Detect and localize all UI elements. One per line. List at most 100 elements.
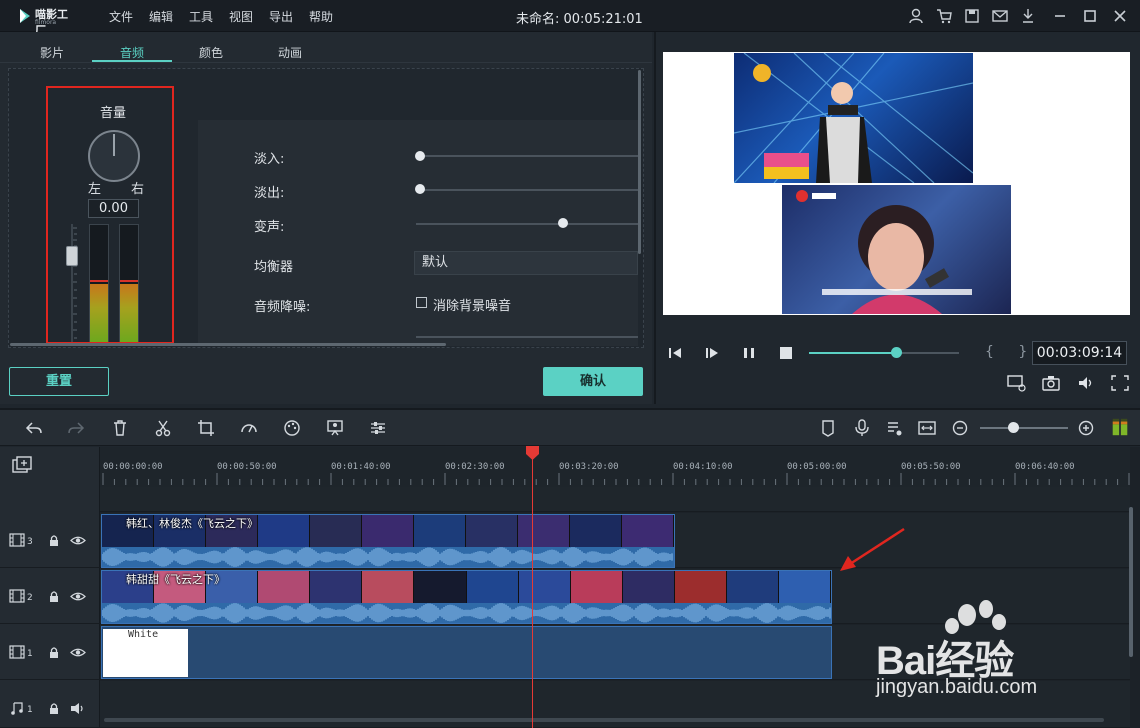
menu-tools[interactable]: 工具 — [189, 8, 213, 25]
clip-track-3[interactable]: 韩红、林俊杰《飞云之下》 — [101, 514, 675, 568]
marker-icon[interactable] — [818, 418, 838, 438]
zoom-out-icon[interactable] — [950, 418, 970, 438]
ruler-tick-label: 00:01:40:00 — [331, 462, 391, 472]
fade-in-slider-knob[interactable] — [415, 151, 425, 161]
annotation-arrow-icon — [840, 527, 905, 571]
preview-clip-bottom — [782, 185, 1011, 314]
zoom-slider-track[interactable] — [980, 427, 1068, 429]
color-icon[interactable] — [282, 418, 302, 438]
ruler-tick-label: 00:04:10:00 — [673, 462, 733, 472]
zoom-in-icon[interactable] — [1076, 418, 1096, 438]
ruler-tick-label: 00:05:00:00 — [787, 462, 847, 472]
denoise-label: 音频降噪: — [254, 300, 311, 315]
timeline-vertical-scrollbar[interactable] — [1129, 507, 1133, 657]
tab-animation[interactable]: 动画 — [278, 44, 302, 61]
lock-icon[interactable] — [48, 646, 60, 659]
playhead-line — [532, 456, 533, 728]
add-track-icon[interactable] — [11, 456, 33, 476]
pitch-slider-track[interactable] — [416, 223, 638, 225]
pause-icon[interactable] — [740, 344, 758, 362]
user-icon[interactable] — [906, 6, 926, 26]
menu-edit[interactable]: 编辑 — [149, 8, 173, 25]
mail-icon[interactable] — [990, 6, 1010, 26]
lock-icon[interactable] — [48, 702, 60, 715]
vertical-scrollbar[interactable] — [638, 70, 641, 254]
adjust-icon[interactable] — [368, 418, 388, 438]
minimize-icon[interactable] — [1050, 6, 1070, 26]
cart-icon[interactable] — [934, 6, 954, 26]
tab-color[interactable]: 颜色 — [199, 44, 223, 61]
menu-export[interactable]: 导出 — [269, 8, 293, 25]
redo-icon[interactable] — [66, 418, 86, 438]
clip-audio-waveform — [102, 547, 674, 567]
playback-progress-knob[interactable] — [891, 347, 902, 358]
playhead-handle[interactable] — [526, 446, 539, 460]
fade-in-slider-track[interactable] — [416, 155, 638, 157]
track-number: 3 — [27, 537, 33, 547]
crop-icon[interactable] — [196, 418, 216, 438]
reset-button[interactable]: 重置 — [9, 367, 109, 396]
preview-timecode: 00:03:09:14 — [1032, 341, 1127, 365]
ruler-tick-label: 00:00:00:00 — [103, 462, 163, 472]
clip-track-2[interactable]: 韩甜甜《飞云之下》 — [101, 570, 832, 624]
eye-icon[interactable] — [70, 535, 86, 546]
microphone-icon[interactable] — [852, 418, 872, 438]
eye-icon[interactable] — [70, 647, 86, 658]
clip-audio-waveform — [102, 603, 831, 623]
zoom-slider-knob[interactable] — [1008, 422, 1019, 433]
ruler-tick-label: 00:00:50:00 — [217, 462, 277, 472]
menu-view[interactable]: 视图 — [229, 8, 253, 25]
audio-track-header-1: 1 — [0, 681, 100, 728]
ok-button[interactable]: 确认 — [543, 367, 643, 396]
fullscreen-icon[interactable] — [1110, 374, 1130, 392]
playback-progress-fill — [809, 352, 897, 354]
music-note-icon — [11, 702, 23, 715]
close-icon[interactable] — [1110, 6, 1130, 26]
speaker-icon[interactable] — [70, 702, 86, 715]
play-icon[interactable] — [703, 344, 721, 362]
logo-subtext: filmora — [35, 19, 57, 26]
pitch-slider-knob[interactable] — [557, 218, 568, 228]
mark-in-out-icon[interactable]: { } — [985, 344, 1037, 360]
stop-icon[interactable] — [777, 344, 795, 362]
pitch-label: 变声: — [254, 220, 285, 235]
prev-frame-icon[interactable] — [666, 344, 684, 362]
track-number: 1 — [27, 649, 33, 659]
save-icon[interactable] — [962, 6, 982, 26]
maximize-icon[interactable] — [1080, 6, 1100, 26]
tab-video[interactable]: 影片 — [40, 44, 64, 61]
menu-help[interactable]: 帮助 — [309, 8, 333, 25]
eye-icon[interactable] — [70, 591, 86, 602]
audio-meter-icon[interactable] — [1110, 417, 1130, 437]
timeline-spacer — [100, 487, 1130, 512]
volume-highlight-box — [46, 86, 174, 344]
split-icon[interactable] — [153, 418, 173, 438]
download-icon[interactable] — [1018, 6, 1038, 26]
denoise-checkbox[interactable] — [416, 297, 427, 308]
preview-clip-top — [734, 53, 973, 183]
speed-icon[interactable] — [239, 418, 259, 438]
delete-icon[interactable] — [110, 418, 130, 438]
denoise-slider-track[interactable] — [416, 336, 638, 338]
fit-timeline-icon[interactable] — [917, 418, 937, 438]
horizontal-scrollbar[interactable] — [10, 343, 446, 346]
fade-in-label: 淡入: — [254, 152, 285, 167]
snapshot-icon[interactable] — [1041, 374, 1061, 392]
video-track-icon — [9, 589, 25, 603]
green-screen-icon[interactable] — [325, 418, 345, 438]
menu-file[interactable]: 文件 — [109, 8, 133, 25]
fade-out-slider-track[interactable] — [416, 189, 638, 191]
tab-audio[interactable]: 音频 — [120, 44, 144, 61]
video-track-icon — [9, 533, 25, 547]
undo-icon[interactable] — [24, 418, 44, 438]
lock-icon[interactable] — [48, 590, 60, 603]
voiceover-icon[interactable] — [885, 418, 905, 438]
display-settings-icon[interactable] — [1006, 374, 1026, 392]
fade-out-slider-knob[interactable] — [415, 184, 425, 194]
volume-icon[interactable] — [1076, 374, 1096, 392]
lock-icon[interactable] — [48, 534, 60, 547]
clip-track-1[interactable]: White — [101, 626, 832, 679]
timeline-horizontal-scrollbar[interactable] — [104, 718, 1104, 722]
track-number: 1 — [27, 705, 33, 715]
equalizer-select[interactable]: 默认 — [414, 251, 638, 275]
